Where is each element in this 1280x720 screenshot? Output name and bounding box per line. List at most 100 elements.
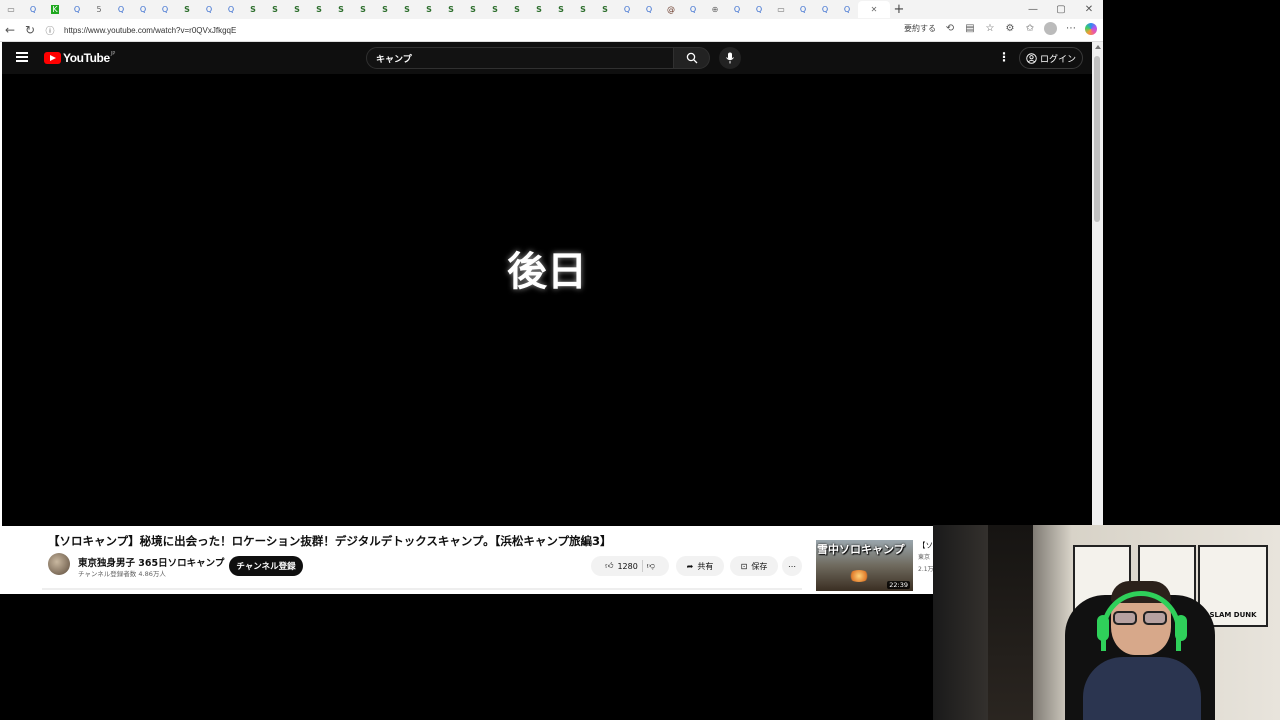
browser-tab[interactable]: S [308,1,330,18]
browser-tab[interactable]: S [352,1,374,18]
browser-tab[interactable]: K [44,1,66,18]
tab-favicon-icon: Q [29,5,37,14]
browser-tab[interactable]: S [330,1,352,18]
tab-favicon-icon: S [470,5,476,14]
close-window-button[interactable]: ✕ [1075,0,1103,19]
copilot-icon[interactable] [1085,22,1097,35]
browser-tab[interactable]: Q [66,1,88,18]
tab-favicon-icon: ⊕ [711,5,719,14]
new-tab-button[interactable]: + [890,2,908,17]
close-tab-icon[interactable]: ✕ [871,5,878,14]
tab-favicon-icon: S [536,5,542,14]
tab-actions-button[interactable]: ▭ [0,1,22,18]
browser-tab[interactable]: S [506,1,528,18]
browser-tab[interactable]: S [374,1,396,18]
url-field[interactable]: https://www.youtube.com/watch?v=r0QVxJfk… [64,26,236,35]
recommended-video-thumbnail[interactable]: 雪中ソロキャンプ 22:39 [816,540,913,591]
tab-favicon-icon: S [250,5,256,14]
tab-favicon-icon: S [272,5,278,14]
browser-tab[interactable]: S [264,1,286,18]
refresh-button[interactable]: ↻ [20,23,40,37]
browser-tab[interactable]: Q [792,1,814,18]
more-actions-button[interactable]: ⋯ [782,556,802,576]
browser-tab[interactable]: S [594,1,616,18]
browser-tab[interactable]: S [396,1,418,18]
translate-icon[interactable]: ⟲ [944,23,956,35]
browser-tab[interactable]: Q [132,1,154,18]
site-info-icon[interactable]: ⓘ [40,24,60,37]
more-menu-icon[interactable]: ⋯ [1065,23,1077,35]
browser-tab[interactable]: Q [198,1,220,18]
browser-tab[interactable]: Q [110,1,132,18]
save-button[interactable]: ⊡ 保存 [730,556,778,576]
tab-favicon-icon: S [492,5,498,14]
channel-name[interactable]: 東京独身男子 365日ソロキャンプ [78,555,224,569]
tab-favicon-icon: Q [227,5,235,14]
browser-tab[interactable]: Q [726,1,748,18]
video-player[interactable]: 後日 [2,74,1092,526]
menu-hamburger-icon[interactable] [16,52,28,62]
browser-tab[interactable]: ▭ [770,1,792,18]
browser-tab[interactable]: S [242,1,264,18]
browser-tab[interactable]: Q [220,1,242,18]
search-button[interactable] [673,47,710,69]
favorite-star-icon[interactable]: ☆ [984,23,996,35]
browser-tab[interactable]: Q [682,1,704,18]
browser-tab[interactable]: Q [638,1,660,18]
tab-favicon-icon: @ [667,5,675,14]
channel-avatar[interactable] [48,553,70,575]
like-button[interactable]: 👍︎ 1280 [605,561,638,571]
minimize-button[interactable]: — [1019,0,1047,19]
reading-view-icon[interactable]: ▤ [964,23,976,35]
browser-tab[interactable]: S [286,1,308,18]
share-arrow-icon: ➦ [686,561,694,571]
description-divider [42,588,802,590]
browser-tab[interactable]: Q [154,1,176,18]
browser-tab[interactable]: Q [22,1,44,18]
browser-tab[interactable]: 5 [88,1,110,18]
browser-tab[interactable]: S [572,1,594,18]
browser-tab[interactable]: @ [660,1,682,18]
voice-search-button[interactable] [719,47,741,69]
tab-favicon-icon: Q [843,5,851,14]
streamer [1083,581,1201,720]
browser-tab[interactable]: S [528,1,550,18]
browser-tab[interactable]: S [418,1,440,18]
subscribe-button[interactable]: チャンネル登録 [229,556,303,576]
browser-tab[interactable]: S [176,1,198,18]
youtube-logo[interactable]: YouTube JP [44,51,115,65]
browser-tab[interactable]: S [462,1,484,18]
profile-avatar[interactable] [1044,22,1057,35]
browser-tab[interactable]: ⊕ [704,1,726,18]
dislike-button[interactable]: 👎︎ [647,561,655,571]
like-count: 1280 [617,561,638,571]
page-scrollbar[interactable] [1092,42,1103,594]
browser-tab[interactable]: S [550,1,572,18]
browser-window: ▭ Q K Q 5 Q Q Q S Q Q S S S S S S S S S S S S S S S S S Q Q @ Q ⊕ Q Q ▭ Q Q Q… [0,0,1103,594]
favorites-icon[interactable]: ✩ [1024,23,1036,35]
back-button[interactable]: ← [0,23,20,37]
browser-tab[interactable]: Q [814,1,836,18]
login-button[interactable]: ログイン [1019,47,1083,69]
restore-button[interactable]: ▢ [1047,0,1075,19]
summarize-button[interactable]: 要約する [904,23,936,34]
search-input[interactable]: キャンプ [366,47,674,69]
scrollbar-thumb[interactable] [1094,56,1100,222]
tab-favicon-icon: Q [645,5,653,14]
save-label: 保存 [751,561,768,571]
tab-list: Q K Q 5 Q Q Q S Q Q S S S S S S S S S S S S S S S S S Q Q @ Q ⊕ Q Q ▭ Q Q Q ✕ [22,1,890,18]
tab-favicon-icon: Q [799,5,807,14]
browser-tab[interactable]: S [484,1,506,18]
browser-tab[interactable]: S [440,1,462,18]
scroll-up-arrow-icon[interactable] [1095,45,1101,49]
active-tab[interactable]: ✕ [858,1,890,18]
tab-favicon-icon: S [294,5,300,14]
share-button[interactable]: ➦ 共有 [676,556,724,576]
browser-tab[interactable]: Q [748,1,770,18]
extensions-icon[interactable]: ⚙ [1004,23,1016,35]
browser-tab[interactable]: Q [616,1,638,18]
tab-favicon-icon: Q [755,5,763,14]
settings-kebab-icon[interactable]: ⋮ [998,50,1010,64]
webcam-overlay: SLAM DUNK SLAM DUNK SLAM DUNK [933,525,1280,720]
browser-tab[interactable]: Q [836,1,858,18]
